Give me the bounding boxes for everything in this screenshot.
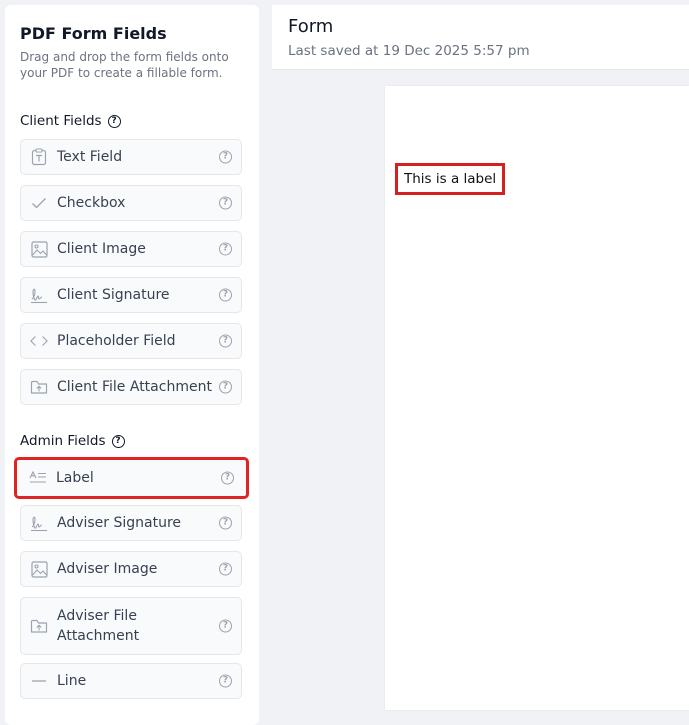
- field-label: Adviser File Attachment: [57, 608, 140, 644]
- form-header: Form Last saved at 19 Dec 2025 5:57 pm: [272, 5, 689, 70]
- field-label: Line: [57, 673, 87, 689]
- field-checkbox[interactable]: Checkbox ?: [20, 185, 242, 221]
- field-label: Client File Attachment: [57, 379, 212, 395]
- field-label: Label: [56, 470, 94, 486]
- help-icon[interactable]: ?: [219, 380, 232, 394]
- checkmark-icon: [30, 194, 48, 212]
- field-label-item[interactable]: Label ?: [14, 457, 249, 499]
- line-icon: [30, 672, 48, 690]
- help-icon[interactable]: ?: [221, 471, 234, 485]
- field-adviser-signature[interactable]: Adviser Signature ?: [20, 505, 242, 541]
- page-title: Form: [288, 16, 334, 37]
- field-label: Checkbox: [57, 195, 126, 211]
- client-fields-title: Client Fields: [20, 113, 102, 129]
- client-fields-help-icon[interactable]: ?: [107, 114, 121, 128]
- help-icon[interactable]: ?: [219, 516, 232, 530]
- admin-fields-help-icon[interactable]: ?: [111, 434, 125, 448]
- sidebar-title: PDF Form Fields: [20, 24, 167, 43]
- field-label: Adviser Signature: [57, 515, 182, 531]
- help-icon[interactable]: ?: [219, 619, 232, 633]
- signature-icon: [30, 286, 48, 304]
- field-client-signature[interactable]: Client Signature ?: [20, 277, 242, 313]
- field-label: Text Field: [57, 149, 123, 165]
- admin-fields-heading: Admin Fields ?: [20, 433, 125, 449]
- help-icon[interactable]: ?: [219, 674, 232, 688]
- help-icon[interactable]: ?: [219, 150, 232, 164]
- field-label: Client Image: [57, 241, 146, 257]
- placed-label-field[interactable]: This is a label: [395, 163, 506, 195]
- folder-upload-icon: [30, 617, 48, 635]
- image-icon: [30, 240, 48, 258]
- help-icon[interactable]: ?: [219, 334, 232, 348]
- admin-fields-title: Admin Fields: [20, 433, 106, 449]
- client-fields-heading: Client Fields ?: [20, 113, 121, 129]
- field-placeholder[interactable]: Placeholder Field ?: [20, 323, 242, 359]
- code-brackets-icon: [30, 332, 48, 350]
- field-label: Placeholder Field: [57, 333, 176, 349]
- field-client-image[interactable]: Client Image ?: [20, 231, 242, 267]
- field-label: Adviser Image: [57, 561, 158, 577]
- last-saved-status: Last saved at 19 Dec 2025 5:57 pm: [288, 43, 530, 59]
- field-line[interactable]: Line ?: [20, 663, 242, 699]
- help-icon[interactable]: ?: [219, 288, 232, 302]
- signature-icon: [30, 514, 48, 532]
- label-icon: [29, 469, 47, 487]
- image-icon: [30, 560, 48, 578]
- help-icon[interactable]: ?: [219, 562, 232, 576]
- folder-upload-icon: [30, 378, 48, 396]
- help-icon[interactable]: ?: [219, 196, 232, 210]
- field-adviser-file-attachment[interactable]: Adviser File Attachment ?: [20, 597, 242, 655]
- field-adviser-image[interactable]: Adviser Image ?: [20, 551, 242, 587]
- field-label: Client Signature: [57, 287, 170, 303]
- pdf-page-canvas[interactable]: This is a label: [385, 86, 689, 710]
- field-text-field[interactable]: Text Field ?: [20, 139, 242, 175]
- sidebar-description: Drag and drop the form fields onto your …: [20, 50, 229, 80]
- text-field-icon: [30, 148, 48, 166]
- field-client-file-attachment[interactable]: Client File Attachment ?: [20, 369, 242, 405]
- help-icon[interactable]: ?: [219, 242, 232, 256]
- form-fields-sidebar: PDF Form Fields Drag and drop the form f…: [5, 5, 259, 725]
